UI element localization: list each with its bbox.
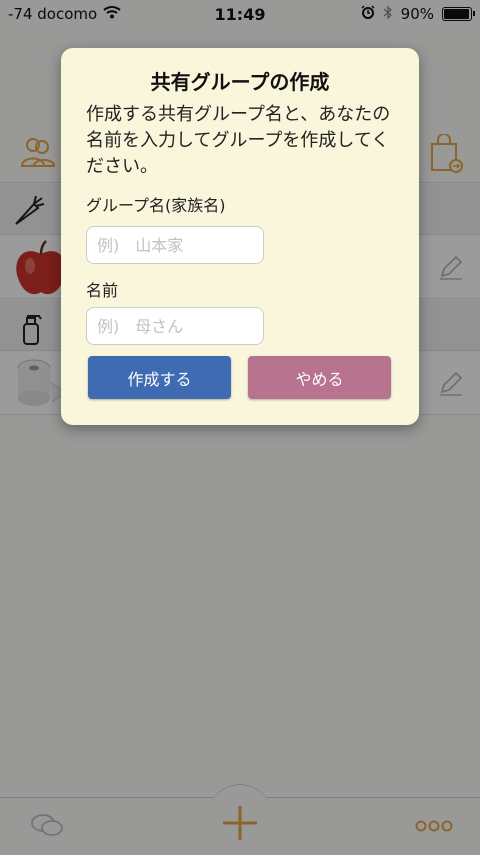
cancel-button[interactable]: やめる xyxy=(248,356,391,399)
create-button[interactable]: 作成する xyxy=(88,356,231,399)
name-input[interactable] xyxy=(86,307,264,345)
group-name-label: グループ名(家族名) xyxy=(86,196,226,215)
dialog-title: 共有グループの作成 xyxy=(150,70,330,94)
name-label: 名前 xyxy=(86,281,119,300)
dialog-message: 作成する共有グループ名と、あなたの名前を入力してグループを作成してください。 xyxy=(86,104,391,177)
group-name-input[interactable] xyxy=(86,226,264,264)
create-group-dialog: 共有グループの作成 作成する共有グループ名と、あなたの名前を入力してグループを作… xyxy=(61,48,419,425)
